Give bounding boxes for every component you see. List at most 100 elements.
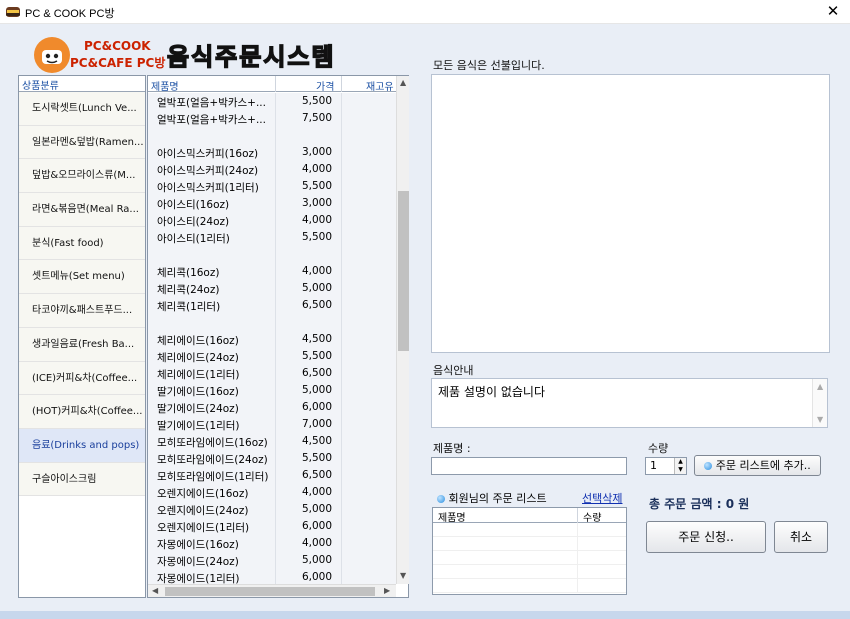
category-item[interactable]: 셋트메뉴(Set menu)	[19, 260, 145, 295]
category-item[interactable]: 타코야끼&패스트푸드...	[19, 294, 145, 328]
order-submit-button[interactable]: 주문 신청..	[646, 521, 766, 553]
spin-up-icon[interactable]: ▲	[675, 458, 686, 466]
product-row[interactable]	[148, 314, 396, 331]
quantity-stepper[interactable]: 1 ▲ ▼	[645, 457, 687, 475]
scroll-left-icon[interactable]: ◀	[152, 586, 158, 595]
cancel-button[interactable]: 취소	[774, 521, 828, 553]
order-list-header: 제품명 수량	[433, 508, 626, 524]
product-row[interactable]: 모히또라임에이드(24oz) 5,500	[148, 450, 396, 467]
order-col-qty[interactable]: 수량	[583, 509, 601, 524]
product-row[interactable]: 아이스티(24oz) 4,000	[148, 212, 396, 229]
desc-scroll-up-icon[interactable]: ▲	[817, 382, 823, 391]
product-row[interactable]: 자몽에이드(24oz) 5,000	[148, 552, 396, 569]
hscroll-thumb[interactable]	[165, 587, 375, 596]
product-row[interactable]: 딸기에이드(16oz) 5,000	[148, 382, 396, 399]
product-row[interactable]: 딸기에이드(24oz) 6,000	[148, 399, 396, 416]
category-item[interactable]: 분식(Fast food)	[19, 226, 145, 261]
product-row[interactable]: 오렌지에이드(16oz) 4,000	[148, 484, 396, 501]
description-box[interactable]: 제품 설명이 없습니다 ▲ ▼	[431, 378, 828, 428]
bluedot-icon	[704, 462, 713, 470]
bluedot-icon	[437, 495, 445, 503]
category-item[interactable]: 생과일음료(Fresh Ba...	[19, 327, 145, 362]
logo: PC&COOK PC&CAFE PC방 음식주문시스템	[34, 37, 374, 73]
product-price: 5,500	[301, 452, 332, 464]
product-row[interactable]: 체리콕(16oz) 4,000	[148, 263, 396, 280]
product-row[interactable]: 얼박포(얼음+박카스+... 5,500	[148, 93, 396, 110]
product-name: 모히또라임에이드(24oz)	[157, 454, 268, 466]
desc-scrollbar[interactable]: ▲ ▼	[812, 379, 827, 427]
product-row[interactable]: 오렌지에이드(1리터) 6,000	[148, 518, 396, 535]
product-name: 오렌지에이드(16oz)	[157, 488, 249, 500]
product-price: 6,500	[301, 469, 332, 481]
product-name: 자몽에이드(16oz)	[157, 539, 239, 551]
product-row[interactable]: 아이스티(1리터) 5,500	[148, 229, 396, 246]
window-title: PC & COOK PC방	[25, 8, 115, 20]
product-name-field[interactable]	[431, 457, 627, 475]
product-row[interactable]: 모히또라임에이드(1리터) 6,500	[148, 467, 396, 484]
prepaid-notice: 모든 음식은 선불입니다.	[433, 59, 545, 72]
product-name: 자몽에이드(24oz)	[157, 556, 239, 568]
product-price: 5,000	[301, 503, 332, 515]
col-name-header[interactable]: 제품명	[151, 78, 179, 93]
product-price: 4,000	[301, 486, 332, 498]
product-price: 4,500	[301, 435, 332, 447]
category-list: 상품분류 도시락셋트(Lunch Ve... 일본라멘&덮밥(Ramen... 덮밥…	[18, 75, 146, 598]
scroll-up-icon[interactable]: ▲	[400, 78, 406, 87]
product-row[interactable]: 오렌지에이드(24oz) 5,000	[148, 501, 396, 518]
product-header: 제품명 가격 재고유	[148, 76, 396, 93]
logo-line2: PC&CAFE PC방	[70, 56, 166, 70]
desc-scroll-down-icon[interactable]: ▼	[817, 415, 823, 424]
product-price: 4,500	[301, 333, 332, 345]
scroll-down-icon[interactable]: ▼	[400, 571, 406, 580]
product-row[interactable]: 얼박포(얼음+박카스+... 7,500	[148, 110, 396, 127]
product-hscrollbar[interactable]: ◀ ▶	[148, 584, 396, 597]
add-to-list-button[interactable]: 주문 리스트에 추가..	[694, 455, 821, 476]
product-row[interactable]: 체리에이드(16oz) 4,500	[148, 331, 396, 348]
product-name: 체리에이드(16oz)	[157, 335, 239, 347]
product-name: 딸기에이드(1리터)	[157, 420, 240, 432]
category-item[interactable]: 도시락셋트(Lunch Ve...	[19, 92, 145, 126]
system-title: 음식주문시스템	[166, 42, 336, 71]
col-price-header[interactable]: 가격	[316, 78, 334, 93]
product-row[interactable]: 체리에이드(24oz) 5,500	[148, 348, 396, 365]
product-name: 오렌지에이드(1리터)	[157, 522, 250, 534]
category-item[interactable]: (ICE)커피&차(Coffee...	[19, 361, 145, 396]
product-price: 7,000	[301, 418, 332, 430]
product-row[interactable]: 체리에이드(1리터) 6,500	[148, 365, 396, 382]
product-row[interactable]: 체리콕(1리터) 6,500	[148, 297, 396, 314]
product-row[interactable]: 아이스믹스커피(1리터) 5,500	[148, 178, 396, 195]
spin-down-icon[interactable]: ▼	[675, 466, 686, 474]
food-image-area	[431, 74, 830, 353]
category-item[interactable]: 일본라멘&덮밥(Ramen...	[19, 125, 145, 160]
order-col-name[interactable]: 제품명	[438, 509, 466, 524]
product-row[interactable]	[148, 246, 396, 263]
category-item[interactable]: 라면&볶음면(Meal Ra...	[19, 193, 145, 227]
product-row[interactable]: 아이스믹스커피(24oz) 4,000	[148, 161, 396, 178]
product-row[interactable]: 자몽에이드(1리터) 6,000	[148, 569, 396, 584]
qty-label: 수량	[648, 442, 669, 455]
qty-spin[interactable]: ▲ ▼	[674, 458, 686, 474]
product-vscrollbar[interactable]: ▲ ▼	[396, 76, 409, 584]
product-row[interactable]: 딸기에이드(1리터) 7,000	[148, 416, 396, 433]
product-row[interactable]: 체리콕(24oz) 5,000	[148, 280, 396, 297]
scroll-right-icon[interactable]: ▶	[384, 586, 390, 595]
col-stock-header[interactable]: 재고유	[366, 78, 394, 93]
logo-icon	[34, 37, 70, 73]
category-item[interactable]: (HOT)커피&차(Coffee...	[19, 395, 145, 429]
product-row[interactable]	[148, 127, 396, 144]
product-row[interactable]: 모히또라임에이드(16oz) 4,500	[148, 433, 396, 450]
product-row[interactable]: 아이스티(16oz) 3,000	[148, 195, 396, 212]
category-item[interactable]: 덮밥&오므라이스류(M...	[19, 159, 145, 194]
product-row[interactable]: 자몽에이드(16oz) 4,000	[148, 535, 396, 552]
category-item[interactable]: 구슬아이스크림	[19, 462, 145, 497]
product-name: 아이스믹스커피(1리터)	[157, 182, 259, 194]
category-items: 도시락셋트(Lunch Ve... 일본라멘&덮밥(Ramen... 덮밥&오므라이…	[19, 92, 145, 497]
order-list[interactable]: 제품명 수량	[432, 507, 627, 595]
category-header: 상품분류	[19, 76, 145, 92]
product-row[interactable]: 아이스믹스커피(16oz) 3,000	[148, 144, 396, 161]
vscroll-thumb[interactable]	[398, 191, 409, 351]
category-item[interactable]: 음료(Drinks and pops)	[19, 428, 145, 463]
delete-selected-link[interactable]: 선택삭제	[582, 490, 622, 506]
product-price: 5,000	[301, 384, 332, 396]
close-button[interactable]: ✕	[816, 0, 850, 24]
